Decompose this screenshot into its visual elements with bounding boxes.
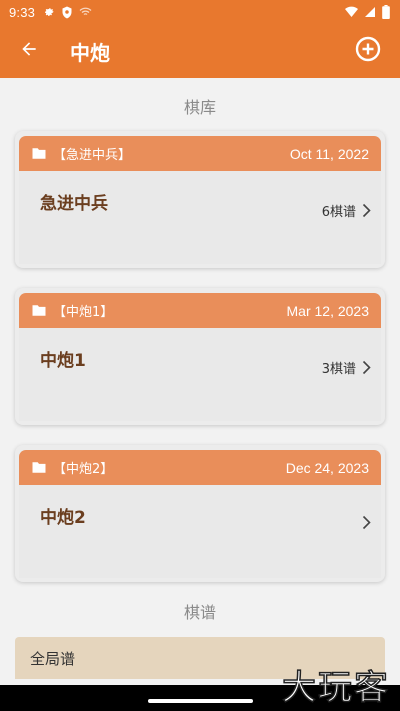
library-card[interactable]: 【急进中兵】 Oct 11, 2022 急进中兵 6棋谱 [15,131,385,268]
card-header: 【中炮2】 Dec 24, 2023 [19,450,381,485]
status-icons-right [345,5,390,19]
section-header-library: 棋库 [183,98,216,117]
add-button[interactable] [354,36,382,66]
folder-icon [31,304,47,317]
card-body: 中炮2 [19,485,381,578]
signal-icon [364,6,376,18]
status-icons-left [43,6,92,19]
record-label: 全局谱 [30,649,76,668]
library-card[interactable]: 【中炮1】 Mar 12, 2023 中炮1 3棋谱 [15,288,385,425]
home-gesture-handle[interactable] [148,699,253,703]
system-nav-bar [0,685,400,711]
card-tag: 【急进中兵】 [53,148,132,163]
shield-icon [61,6,73,19]
record-item[interactable]: 全局谱 [15,637,385,679]
card-name: 中炮1 [40,351,86,371]
back-button[interactable] [14,36,44,66]
battery-icon [382,5,390,19]
app-bar: 中炮 [0,24,400,78]
card-count-label: 6棋谱 [321,205,356,220]
card-tag: 【中炮2】 [53,462,114,477]
card-date: Dec 24, 2023 [285,459,369,476]
wifi-off-icon [79,7,92,18]
gear-icon [43,6,55,18]
card-name: 中炮2 [40,508,86,528]
card-tag: 【中炮1】 [53,305,114,320]
chevron-right-icon [362,203,371,218]
card-body: 中炮1 3棋谱 [19,328,381,421]
card-name: 急进中兵 [40,194,108,214]
card-header: 【急进中兵】 Oct 11, 2022 [19,136,381,171]
card-count [356,515,371,530]
wifi-icon [345,6,358,18]
status-time: 9:33 [9,4,36,20]
plus-circle-icon [355,36,381,66]
card-count-label: 3棋谱 [321,362,356,377]
library-card[interactable]: 【中炮2】 Dec 24, 2023 中炮2 [15,445,385,582]
arrow-left-icon [19,39,39,63]
card-date: Mar 12, 2023 [286,302,370,319]
card-count: 3棋谱 [322,358,371,377]
phone-screen: 9:33 中炮 棋库 【急进中兵】 Oct 11, 2022 急进中兵 6棋谱 … [0,0,400,711]
section-header-records: 棋谱 [183,603,216,622]
card-body: 急进中兵 6棋谱 [19,171,381,264]
folder-icon [31,147,47,160]
card-date: Oct 11, 2022 [289,145,369,162]
folder-icon [31,461,47,474]
card-count: 6棋谱 [322,201,371,220]
page-title: 中炮 [70,40,110,65]
card-header: 【中炮1】 Mar 12, 2023 [19,293,381,328]
status-bar: 9:33 [0,0,400,24]
chevron-right-icon [362,360,371,375]
chevron-right-icon [362,515,371,530]
